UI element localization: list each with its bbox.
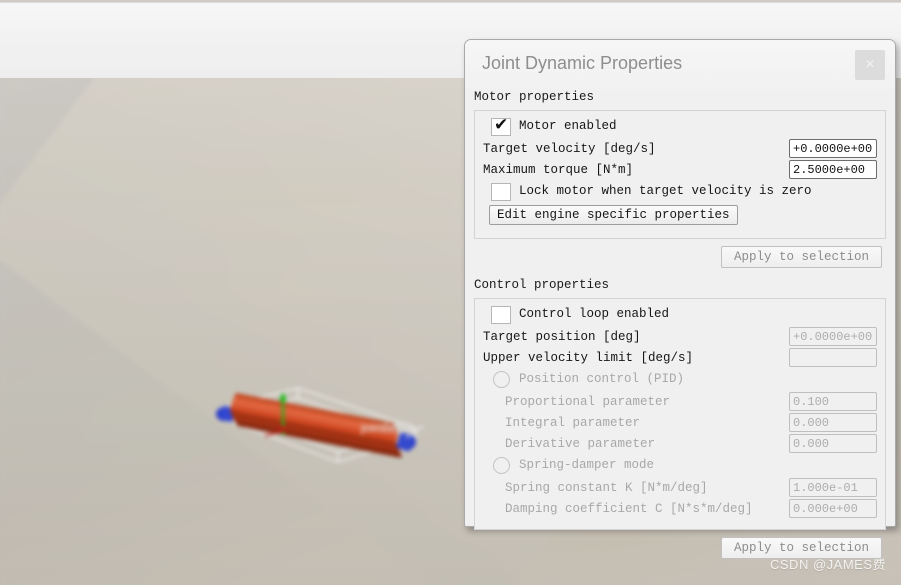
- spring-damper-mode-row[interactable]: Spring-damper mode: [483, 456, 877, 478]
- control-properties-group: Control loop enabled Target position [de…: [474, 298, 886, 530]
- target-position-label: Target position [deg]: [483, 330, 641, 344]
- derivative-parameter-input[interactable]: 0.000: [789, 434, 877, 453]
- edit-engine-specific-properties-button[interactable]: Edit engine specific properties: [489, 205, 738, 225]
- damping-coefficient-input[interactable]: 0.000e+00: [789, 499, 877, 518]
- joint-dynamic-properties-dialog[interactable]: Joint Dynamic Properties × Motor propert…: [464, 39, 896, 559]
- derivative-parameter-label: Derivative parameter: [505, 437, 656, 451]
- spring-constant-input[interactable]: 1.000e-01: [789, 478, 877, 497]
- motor-apply-row: Apply to selection: [465, 239, 895, 268]
- position-control-radio[interactable]: [493, 371, 510, 388]
- spring-constant-label: Spring constant K [N*m/deg]: [505, 481, 708, 495]
- motor-properties-group: ✔ Motor enabled Target velocity [deg/s] …: [474, 110, 886, 239]
- proportional-parameter-row: Proportional parameter 0.100: [483, 392, 877, 413]
- object-label: jointleft0: [361, 420, 412, 435]
- motor-enabled-row[interactable]: ✔ Motor enabled: [483, 115, 877, 139]
- lock-motor-label: Lock motor when target velocity is zero: [519, 184, 812, 198]
- target-velocity-row: Target velocity [deg/s] +0.0000e+00: [483, 139, 877, 160]
- spring-damper-label: Spring-damper mode: [519, 458, 655, 472]
- target-position-row: Target position [deg] +0.0000e+00: [483, 327, 877, 348]
- control-loop-enabled-row[interactable]: Control loop enabled: [483, 305, 877, 327]
- target-position-input[interactable]: +0.0000e+00: [789, 327, 877, 346]
- upper-velocity-limit-input[interactable]: [789, 348, 877, 367]
- position-control-label: Position control (PID): [519, 372, 685, 386]
- proportional-parameter-label: Proportional parameter: [505, 395, 671, 409]
- motor-enabled-checkbox[interactable]: ✔: [491, 115, 511, 136]
- motor-apply-to-selection-button[interactable]: Apply to selection: [720, 246, 882, 268]
- upper-velocity-limit-label: Upper velocity limit [deg/s]: [483, 351, 694, 365]
- derivative-parameter-row: Derivative parameter 0.000: [483, 434, 877, 455]
- upper-velocity-limit-row: Upper velocity limit [deg/s]: [483, 348, 877, 369]
- integral-parameter-row: Integral parameter 0.000: [483, 413, 877, 434]
- control-apply-row: Apply to selection: [465, 530, 895, 559]
- lock-motor-checkbox[interactable]: [491, 183, 511, 201]
- edit-engine-row: Edit engine specific properties: [483, 205, 877, 229]
- lock-motor-row[interactable]: Lock motor when target velocity is zero: [483, 182, 877, 204]
- position-control-pid-row[interactable]: Position control (PID): [483, 370, 877, 392]
- maximum-torque-row: Maximum torque [N*m] 2.5000e+00: [483, 160, 877, 181]
- dialog-titlebar[interactable]: Joint Dynamic Properties ×: [465, 40, 895, 90]
- motor-enabled-label: Motor enabled: [519, 119, 617, 133]
- target-velocity-input[interactable]: +0.0000e+00: [789, 139, 877, 158]
- damping-coefficient-label: Damping coefficient C [N*s*m/deg]: [505, 502, 753, 516]
- control-loop-enabled-label: Control loop enabled: [519, 307, 670, 321]
- maximum-torque-input[interactable]: 2.5000e+00: [789, 160, 877, 179]
- close-icon[interactable]: ×: [855, 50, 885, 80]
- spring-damper-radio[interactable]: [493, 457, 510, 474]
- control-apply-to-selection-button[interactable]: Apply to selection: [720, 537, 882, 559]
- spring-constant-row: Spring constant K [N*m/deg] 1.000e-01: [483, 478, 877, 499]
- joint-object-jointleft0[interactable]: [210, 380, 425, 465]
- integral-parameter-label: Integral parameter: [505, 416, 641, 430]
- dialog-title: Joint Dynamic Properties: [482, 53, 683, 73]
- motor-properties-section-title: Motor properties: [474, 90, 595, 104]
- target-velocity-label: Target velocity [deg/s]: [483, 142, 656, 156]
- maximum-torque-label: Maximum torque [N*m]: [483, 163, 634, 177]
- control-properties-section-title: Control properties: [474, 278, 610, 292]
- control-loop-enabled-checkbox[interactable]: [491, 306, 511, 324]
- damping-coefficient-row: Damping coefficient C [N*s*m/deg] 0.000e…: [483, 499, 877, 520]
- joint-object-graphic: [216, 387, 424, 463]
- integral-parameter-input[interactable]: 0.000: [789, 413, 877, 432]
- check-icon: ✔: [494, 115, 509, 135]
- proportional-parameter-input[interactable]: 0.100: [789, 392, 877, 411]
